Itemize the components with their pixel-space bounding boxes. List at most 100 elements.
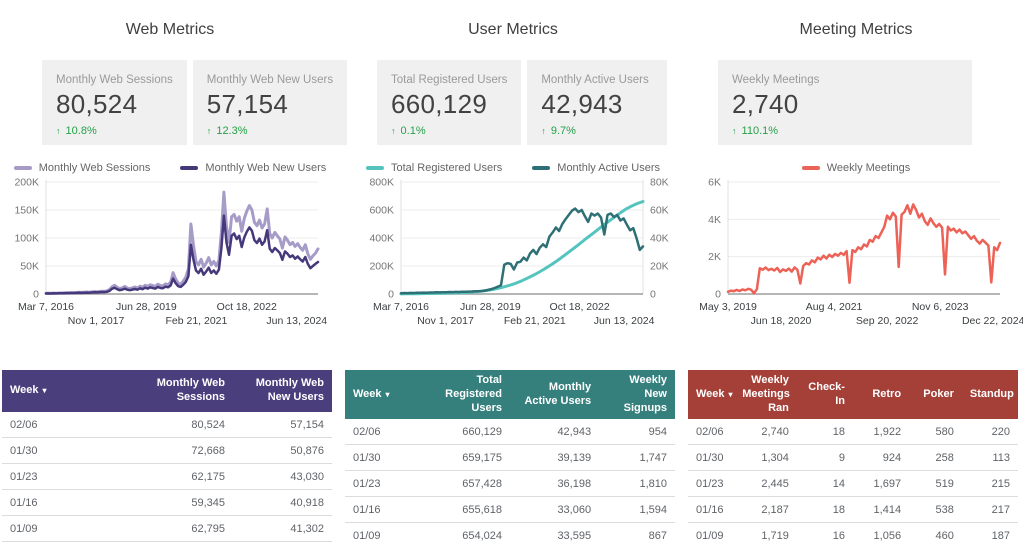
cell-value: 33,060	[510, 496, 600, 524]
table-header-row: Week ▾ Total Registered Users Monthly Activ…	[345, 370, 675, 420]
sort-dropdown-icon[interactable]: ▾	[43, 386, 47, 395]
column-header[interactable]: Check-In	[796, 370, 853, 420]
series-line	[726, 203, 1002, 295]
axis-tick-label: 0	[33, 289, 39, 301]
legend-item: Total Registered Users	[366, 162, 502, 174]
column-header-week[interactable]: Week ▾	[345, 370, 411, 420]
legend-label: Total Registered Users	[391, 162, 503, 174]
legend-item: Monthly Web Sessions	[13, 162, 150, 174]
legend-label: Weekly Meetings	[826, 162, 911, 174]
column-header[interactable]: Monthly Web New Users	[233, 370, 332, 412]
scorecard: Monthly Web New Users 57,154 ↑ 12.3%	[192, 60, 348, 145]
cell-week: 01/09	[2, 515, 134, 542]
column-header[interactable]: Weekly New Signups	[599, 370, 675, 420]
cell-value: 924	[852, 444, 910, 472]
axis-tick-label: Jun 13, 2024	[594, 315, 655, 327]
scorecards-web: Monthly Web Sessions 80,524 ↑ 10.8% Monthly…	[2, 60, 348, 145]
legend-swatch-icon	[532, 166, 551, 170]
column-header[interactable]: Standup	[961, 370, 1018, 420]
up-arrow-icon: ↑	[56, 126, 61, 136]
section-web-metrics: Web Metrics Monthly Web Sessions 80,524 ↑ …	[2, 0, 348, 548]
column-header-week[interactable]: Week ▾	[688, 370, 735, 420]
cell-value: 14	[796, 470, 853, 498]
cell-week: 01/16	[2, 489, 134, 516]
column-header[interactable]: Monthly Active Users	[510, 370, 600, 420]
scorecard-label: Weekly Meetings	[732, 74, 820, 86]
cell-value: 43,030	[233, 463, 332, 490]
scorecard-value: 57,154	[206, 89, 289, 119]
axis-tick-label: Feb 21, 2021	[165, 315, 227, 327]
legend-swatch-icon	[180, 166, 199, 170]
cell-value: 1,594	[599, 496, 675, 524]
table-row: 01/30 659,175 39,139 1,747	[345, 444, 675, 472]
scorecard: Monthly Active Users 42,943 ↑ 9.7%	[527, 60, 667, 145]
cell-value: 538	[909, 496, 962, 524]
axis-tick-label: Aug 4, 2021	[806, 301, 863, 313]
axis-tick-label: 6K	[708, 177, 721, 189]
cell-week: 01/16	[688, 496, 735, 524]
axis-tick-label: Mar 7, 2016	[18, 301, 74, 313]
axis-tick-label: Sep 20, 2022	[856, 315, 919, 327]
table-row: 01/30 72,668 50,876	[2, 437, 332, 464]
cell-value: 220	[961, 419, 1018, 446]
meeting-metrics-table: Week ▾ Weekly Meetings Ran Check-In Retro Pok…	[688, 370, 1018, 548]
cell-week: 01/23	[688, 470, 735, 498]
axis-tick-label: Jun 13, 2024	[266, 315, 327, 327]
cell-week: 01/09	[688, 522, 735, 548]
cell-value: 654,024	[411, 522, 510, 548]
scorecards-user: Total Registered Users 660,129 ↑ 0.1% Month…	[345, 60, 681, 145]
scorecard-value: 660,129	[391, 89, 488, 119]
axis-tick-label: 600K	[369, 205, 394, 217]
column-header[interactable]: Weekly Meetings Ran	[734, 370, 797, 420]
sort-dropdown-icon[interactable]: ▾	[386, 390, 390, 399]
cell-value: 2,187	[734, 496, 797, 524]
scorecard-delta: ↑ 10.8%	[56, 125, 97, 137]
page-title-web: Web Metrics	[125, 21, 215, 38]
cell-value: 62,175	[134, 463, 233, 490]
column-header[interactable]: Monthly Web Sessions	[134, 370, 233, 412]
cell-value: 42,943	[510, 419, 600, 446]
axis-tick-label: 150K	[14, 205, 39, 217]
section-meeting-metrics: Meeting Metrics Weekly Meetings 2,740 ↑ 11…	[688, 0, 1023, 548]
table-row: 01/23 657,428 36,198 1,810	[345, 470, 675, 498]
axis-tick-label: 200K	[369, 261, 394, 273]
cell-week: 01/23	[345, 470, 411, 498]
sort-dropdown-icon[interactable]: ▾	[729, 390, 733, 399]
cell-value: 657,428	[411, 470, 510, 498]
column-header[interactable]: Poker	[909, 370, 962, 420]
cell-value: 1,810	[599, 470, 675, 498]
cell-week: 01/30	[2, 437, 134, 464]
cell-value: 9	[796, 444, 853, 472]
cell-value: 57,154	[233, 412, 332, 438]
axis-tick-label: May 3, 2019	[699, 301, 757, 313]
axis-tick-label: Oct 18, 2022	[550, 301, 610, 313]
axis-tick-label: Jun 18, 2020	[751, 315, 812, 327]
table-row: 01/23 62,175 43,030	[2, 463, 332, 490]
cell-value: 113	[961, 444, 1018, 472]
axis-tick-label: 4K	[708, 214, 721, 226]
column-header[interactable]: Total Registered Users	[411, 370, 510, 420]
meeting-metrics-tablewrap: Week ▾ Weekly Meetings Ran Check-In Retro Pok…	[688, 370, 1023, 548]
cell-value: 655,618	[411, 496, 510, 524]
axis-tick-label: 0	[715, 289, 721, 301]
axis-tick-label: 400K	[369, 233, 394, 245]
legend-label: Monthly Active Users	[557, 162, 660, 174]
legend-item: Monthly Active Users	[532, 162, 660, 174]
column-header-week[interactable]: Week ▾	[2, 370, 134, 412]
chart-legend-user: Total Registered Users Monthly Active Use…	[345, 162, 681, 174]
column-header[interactable]: Retro	[852, 370, 910, 420]
cell-value: 2,445	[734, 470, 797, 498]
cell-value: 80,524	[134, 412, 233, 438]
scorecard-label: Total Registered Users	[391, 74, 508, 86]
cell-value: 41,302	[233, 515, 332, 542]
chart-legend-web: Monthly Web Sessions Monthly Web New User…	[2, 162, 338, 174]
legend-swatch-icon	[366, 166, 384, 170]
axis-tick-label: Jun 28, 2019	[460, 301, 521, 313]
cell-value: 18	[796, 496, 853, 524]
table-row: 01/16 2,187 18 1,414 538 217	[688, 496, 1018, 524]
cell-value: 580	[909, 419, 962, 446]
meeting-metrics-chart: 0 2K 4K 6K May 3, 2019 Jun 18, 2020 Aug 4, 202…	[699, 177, 1023, 328]
up-arrow-icon: ↑	[732, 126, 737, 136]
cell-value: 16	[796, 522, 853, 548]
user-metrics-table: Week ▾ Total Registered Users Monthly Activ…	[345, 370, 675, 548]
